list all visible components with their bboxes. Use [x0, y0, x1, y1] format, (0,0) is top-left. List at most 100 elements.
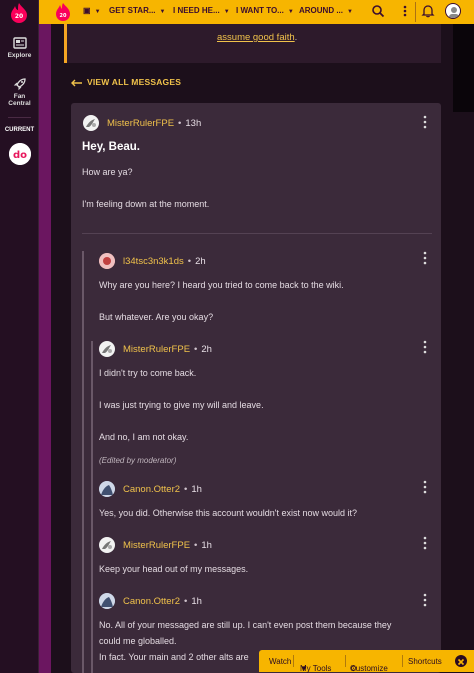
rocket-icon — [13, 77, 27, 91]
separator-dot: • — [194, 343, 198, 355]
avatar[interactable] — [99, 481, 115, 497]
notice-card: assume good faith. — [64, 24, 441, 63]
separator-dot: • — [194, 539, 198, 551]
reply-header: MisterRulerFPE • 1h — [99, 537, 212, 553]
fandom-logo-icon[interactable]: 20 — [8, 2, 30, 24]
chevron-down-icon: ▼ — [287, 9, 294, 15]
svg-text:20: 20 — [15, 13, 23, 20]
left-rail: 20 Explore Fan Central CURRENT do — [0, 0, 39, 673]
customize-label: Customize — [350, 664, 388, 673]
reply-line: And no, I am not okay. — [99, 432, 189, 442]
wiki-logo-icon[interactable]: 20 — [54, 2, 72, 22]
author-name[interactable]: MisterRulerFPE — [107, 118, 174, 129]
assume-good-faith-link[interactable]: assume good faith — [217, 32, 295, 43]
reply-time[interactable]: 1h — [191, 484, 202, 495]
my-tools-label: My Tools — [300, 664, 332, 673]
author-name[interactable]: Canon.Otter2 — [123, 596, 180, 607]
avatar[interactable] — [99, 593, 115, 609]
reply-line: could me globalled. — [99, 636, 177, 646]
toolbar-divider — [293, 655, 294, 667]
separator-dot: • — [178, 117, 182, 129]
replies-indent-bar — [82, 251, 84, 673]
kebab-menu-icon[interactable] — [423, 340, 427, 354]
reply-line: I didn't try to come back. — [99, 368, 197, 378]
post-header: MisterRulerFPE • 13h — [83, 115, 201, 131]
notifications-bell-icon[interactable] — [421, 4, 435, 18]
wiki-home-icon: ▣ — [83, 6, 91, 15]
avatar[interactable] — [99, 341, 115, 357]
reply-header: l34tsc3n3k1ds • 2h — [99, 253, 206, 269]
topbar-divider — [415, 2, 416, 22]
author-name[interactable]: MisterRulerFPE — [123, 540, 190, 551]
chevron-down-icon: ▼ — [159, 9, 166, 15]
nav-get-started[interactable]: GET STAR... ▼ — [109, 6, 165, 15]
rail-divider — [8, 117, 31, 118]
kebab-menu-icon[interactable] — [423, 480, 427, 494]
right-dark-panel — [453, 24, 474, 112]
chevron-down-icon: ▼ — [223, 9, 230, 15]
rail-explore[interactable]: Explore — [0, 36, 39, 59]
rail-current-label: CURRENT — [4, 127, 35, 133]
rail-fan-central[interactable]: Fan Central — [0, 77, 39, 107]
kebab-menu-icon[interactable] — [423, 536, 427, 550]
reply-line: Yes, you did. Otherwise this account wou… — [99, 508, 358, 518]
separator-dot: • — [187, 255, 192, 267]
reply-time[interactable]: 2h — [201, 344, 212, 355]
post-divider — [82, 233, 432, 234]
avatar[interactable] — [83, 115, 99, 131]
reply-line: I was just trying to give my will and le… — [99, 400, 264, 410]
reply-line: Why are you here? I heard you tried to c… — [99, 280, 344, 290]
nav-home-dropdown[interactable]: ▣ ▼ — [83, 6, 101, 15]
avatar[interactable] — [99, 253, 115, 269]
notice-text: assume good faith. — [217, 32, 297, 43]
notice-period: . — [294, 32, 298, 43]
view-all-messages-link[interactable]: VIEW ALL MESSAGES — [71, 77, 181, 87]
reply-line: In fact. Your main and 2 other alts are — [99, 652, 249, 662]
kebab-menu-icon[interactable] — [423, 115, 427, 129]
reply-time[interactable]: 1h — [201, 540, 212, 551]
nav-i-want-to[interactable]: I WANT TO... ▼ — [236, 6, 294, 15]
svg-text:20: 20 — [60, 13, 67, 19]
search-icon[interactable] — [371, 4, 385, 18]
chevron-down-icon: ▼ — [347, 9, 353, 15]
rail-explore-label: Explore — [7, 52, 32, 59]
watch-button[interactable]: Watch — [269, 657, 291, 666]
author-name[interactable]: MisterRulerFPE — [123, 344, 190, 355]
avatar[interactable] — [99, 537, 115, 553]
current-wiki-avatar[interactable]: do — [9, 143, 31, 165]
reply-line: But whatever. Are you okay? — [99, 312, 214, 322]
post-time[interactable]: 13h — [185, 118, 201, 129]
reply-time[interactable]: 1h — [191, 596, 202, 607]
rail-fan-central-label: Fan Central — [8, 93, 31, 107]
theme-strip — [39, 0, 51, 673]
kebab-menu-icon[interactable] — [423, 251, 427, 265]
user-avatar[interactable] — [445, 3, 461, 19]
author-name[interactable]: Canon.Otter2 — [123, 484, 180, 495]
edited-note: (Edited by moderator) — [99, 456, 177, 465]
nested-indent-bar — [91, 341, 93, 673]
post-title: Hey, Beau. — [82, 141, 140, 153]
arrow-left-icon — [71, 77, 83, 87]
author-name[interactable]: l34tsc3n3k1ds — [123, 256, 184, 267]
reply-line: No. All of your messaged are still up. I… — [99, 620, 392, 630]
reply-header: Canon.Otter2 • 1h — [99, 593, 202, 609]
post-line: How are ya? — [82, 167, 133, 177]
nav-i-need-help-label: I NEED HE... — [173, 6, 220, 15]
more-options-icon[interactable] — [398, 4, 412, 18]
separator-dot: • — [184, 483, 188, 495]
top-navigation-bar: 20 ▣ ▼ GET STAR... ▼ I NEED HE... ▼ I WANT … — [39, 0, 474, 24]
reply-time[interactable]: 2h — [195, 256, 206, 267]
shortcuts-button[interactable]: Shortcuts — [408, 657, 442, 666]
reply-header: MisterRulerFPE • 2h — [99, 341, 212, 357]
nav-around[interactable]: AROUND ... ▼ — [299, 6, 353, 15]
explore-icon — [12, 36, 27, 50]
kebab-menu-icon[interactable] — [423, 593, 427, 607]
nav-i-need-help[interactable]: I NEED HE... ▼ — [173, 6, 230, 15]
message-thread: MisterRulerFPE • 13h Hey, Beau. How are … — [71, 103, 441, 673]
nav-get-started-label: GET STAR... — [109, 6, 156, 15]
toolbar-divider — [345, 655, 346, 667]
nav-around-label: AROUND ... — [299, 6, 343, 15]
view-all-messages-label: VIEW ALL MESSAGES — [87, 77, 182, 87]
close-icon[interactable] — [455, 655, 467, 667]
notice-link-fragment[interactable] — [121, 20, 211, 30]
